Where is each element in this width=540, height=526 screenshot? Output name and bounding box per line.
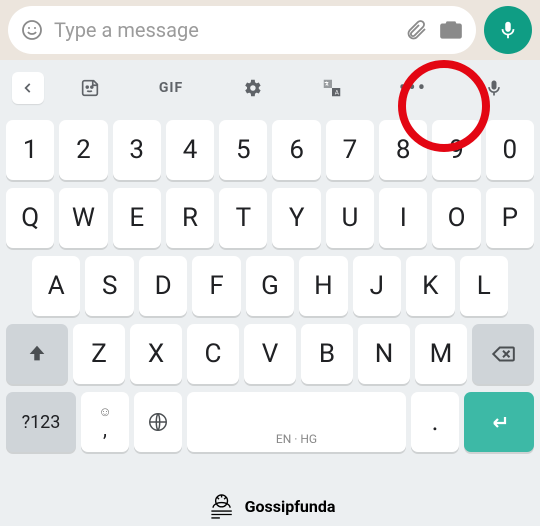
key-0[interactable]: 0 xyxy=(486,120,534,180)
message-placeholder: Type a message xyxy=(54,18,394,42)
message-input-pill[interactable]: Type a message xyxy=(8,6,476,54)
attach-icon[interactable] xyxy=(404,18,428,42)
voice-record-button[interactable] xyxy=(484,6,532,54)
shift-key[interactable] xyxy=(6,324,68,384)
key-w[interactable]: W xyxy=(59,188,107,248)
chat-input-bar: Type a message xyxy=(0,0,540,60)
key-t[interactable]: T xyxy=(219,188,267,248)
backspace-key[interactable] xyxy=(472,324,534,384)
key-e[interactable]: E xyxy=(113,188,161,248)
key-h[interactable]: H xyxy=(299,256,347,316)
keyboard-toolbar: GIF A ••• xyxy=(6,64,534,112)
space-language-label: EN · HG xyxy=(276,432,317,446)
key-5[interactable]: 5 xyxy=(219,120,267,180)
key-d[interactable]: D xyxy=(139,256,187,316)
translate-button[interactable]: A xyxy=(292,64,373,112)
key-f[interactable]: F xyxy=(192,256,240,316)
key-c[interactable]: C xyxy=(187,324,239,384)
letter-row-1: Q W E R T Y U I O P xyxy=(6,188,534,248)
gif-button[interactable]: GIF xyxy=(131,64,212,112)
emoji-icon[interactable] xyxy=(20,18,44,42)
letter-row-3: Z X C V B N M xyxy=(6,324,534,384)
bottom-row: ?123 ☺ , EN · HG . xyxy=(6,392,534,452)
emoji-comma-key[interactable]: ☺ , xyxy=(81,392,129,452)
chevron-left-icon xyxy=(12,72,44,104)
key-7[interactable]: 7 xyxy=(326,120,374,180)
key-2[interactable]: 2 xyxy=(59,120,107,180)
key-q[interactable]: Q xyxy=(6,188,54,248)
key-3[interactable]: 3 xyxy=(113,120,161,180)
settings-button[interactable] xyxy=(211,64,292,112)
key-9[interactable]: 9 xyxy=(432,120,480,180)
space-key[interactable]: EN · HG xyxy=(187,392,406,452)
key-k[interactable]: K xyxy=(406,256,454,316)
key-i[interactable]: I xyxy=(379,188,427,248)
key-4[interactable]: 4 xyxy=(166,120,214,180)
key-8[interactable]: 8 xyxy=(379,120,427,180)
sticker-button[interactable] xyxy=(50,64,131,112)
key-l[interactable]: L xyxy=(460,256,508,316)
key-o[interactable]: O xyxy=(432,188,480,248)
more-icon: ••• xyxy=(399,76,427,101)
voice-typing-button[interactable] xyxy=(453,64,534,112)
key-u[interactable]: U xyxy=(326,188,374,248)
symbols-key[interactable]: ?123 xyxy=(6,392,76,452)
period-key[interactable]: . xyxy=(411,392,459,452)
number-row: 1 2 3 4 5 6 7 8 9 0 xyxy=(6,120,534,180)
letter-row-2: A S D F G H J K L xyxy=(6,256,534,316)
key-1[interactable]: 1 xyxy=(6,120,54,180)
camera-icon[interactable] xyxy=(438,17,464,43)
key-x[interactable]: X xyxy=(130,324,182,384)
key-z[interactable]: Z xyxy=(73,324,125,384)
key-m[interactable]: M xyxy=(415,324,467,384)
more-options-button[interactable]: ••• xyxy=(373,64,454,112)
key-j[interactable]: J xyxy=(353,256,401,316)
key-a[interactable]: A xyxy=(32,256,80,316)
enter-key[interactable] xyxy=(464,392,534,452)
key-b[interactable]: B xyxy=(301,324,353,384)
key-6[interactable]: 6 xyxy=(272,120,320,180)
key-v[interactable]: V xyxy=(244,324,296,384)
key-s[interactable]: S xyxy=(85,256,133,316)
key-g[interactable]: G xyxy=(246,256,294,316)
key-r[interactable]: R xyxy=(166,188,214,248)
key-n[interactable]: N xyxy=(358,324,410,384)
keyboard: GIF A ••• 1 2 3 4 5 6 7 8 9 0 Q W E R T … xyxy=(0,60,540,526)
toolbar-back-button[interactable] xyxy=(6,64,50,112)
key-y[interactable]: Y xyxy=(272,188,320,248)
key-p[interactable]: P xyxy=(486,188,534,248)
language-key[interactable] xyxy=(134,392,182,452)
